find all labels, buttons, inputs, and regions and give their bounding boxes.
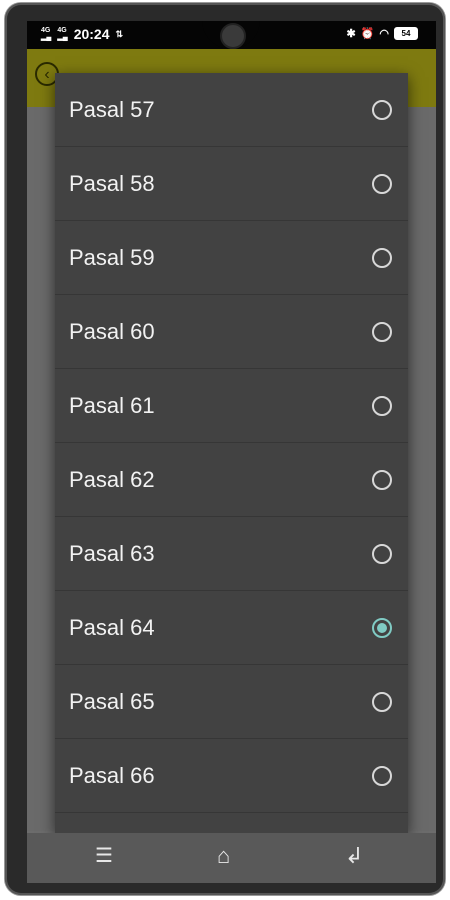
radio-button-icon[interactable] — [372, 692, 392, 712]
radio-button-icon[interactable] — [372, 396, 392, 416]
network-label: 4G — [57, 27, 67, 34]
battery-icon: 54 — [394, 27, 418, 40]
item-label: Pasal 60 — [69, 319, 155, 344]
list-item[interactable]: Pasal 59 — [55, 221, 408, 295]
status-right: ✱ ⏰ ◠ 54 — [346, 27, 418, 40]
list-item[interactable]: Pasal 60 — [55, 295, 408, 369]
list-item[interactable]: Pasal 65 — [55, 665, 408, 739]
item-label: Pasal 64 — [69, 615, 155, 640]
alarm-icon: ⏰ — [360, 28, 375, 40]
network-indicator-2: 4G ▂▄ — [57, 27, 67, 41]
list-item[interactable]: Pasal 66 — [55, 739, 408, 813]
status-bar: 4G ▂▄ 4G ▂▄ 20:24 ⇅ ✱ ⏰ ◠ 54 — [27, 21, 436, 49]
radio-button-icon[interactable] — [372, 544, 392, 564]
item-label: Pasal 62 — [69, 467, 155, 492]
menu-icon[interactable]: ☰ — [95, 843, 113, 868]
radio-button-icon[interactable] — [372, 248, 392, 268]
list-item[interactable]: Pasal 63 — [55, 517, 408, 591]
list-item[interactable]: Pasal 64 — [55, 591, 408, 665]
bluetooth-icon: ✱ — [346, 28, 356, 40]
navigation-bar: ☰ ⌂ ↲ — [27, 833, 436, 883]
list-item[interactable]: Pasal 62 — [55, 443, 408, 517]
item-label: Pasal 61 — [69, 393, 155, 418]
list-item[interactable]: Pasal 61 — [55, 369, 408, 443]
item-label: Pasal 58 — [69, 171, 155, 196]
signal-bars-icon: ▂▄ — [57, 34, 68, 41]
list-item[interactable]: Pasal 57 — [55, 73, 408, 147]
radio-button-icon[interactable] — [372, 766, 392, 786]
item-label: Pasal 57 — [69, 97, 155, 122]
clock: 20:24 — [73, 26, 110, 42]
phone-frame: 4G▂▄ 4G▂▄ 20:24 ⇅ ✱ ⏰ ◠ 54 ‹ Pasal 57 — [5, 3, 445, 895]
front-camera — [220, 23, 246, 49]
item-label: Pasal 65 — [69, 689, 155, 714]
network-label: 4G — [41, 27, 51, 34]
list-item[interactable]: Pasal 58 — [55, 147, 408, 221]
item-label: Pasal 63 — [69, 541, 155, 566]
network-indicator-1: 4G ▂▄ — [41, 27, 51, 41]
radio-button-icon[interactable] — [372, 174, 392, 194]
radio-button-icon[interactable] — [372, 322, 392, 342]
signal-bars-icon: ▂▄ — [41, 34, 52, 41]
selection-dialog: Pasal 57 Pasal 58 Pasal 59 Pasal 60 Pasa… — [55, 73, 408, 833]
back-icon[interactable]: ↲ — [345, 843, 363, 869]
home-icon[interactable]: ⌂ — [217, 843, 230, 869]
item-label: Pasal 59 — [69, 245, 155, 270]
radio-button-icon[interactable] — [372, 470, 392, 490]
radio-button-icon[interactable] — [372, 100, 392, 120]
data-usage-icon: ⇅ — [115, 28, 124, 39]
radio-button-selected-icon[interactable] — [372, 618, 392, 638]
wifi-icon: ◠ — [379, 28, 389, 40]
item-label: Pasal 66 — [69, 763, 155, 788]
screen: 4G▂▄ 4G▂▄ 20:24 ⇅ ✱ ⏰ ◠ 54 ‹ Pasal 57 — [27, 21, 436, 883]
status-left: 4G ▂▄ 4G ▂▄ 20:24 ⇅ — [41, 26, 123, 42]
